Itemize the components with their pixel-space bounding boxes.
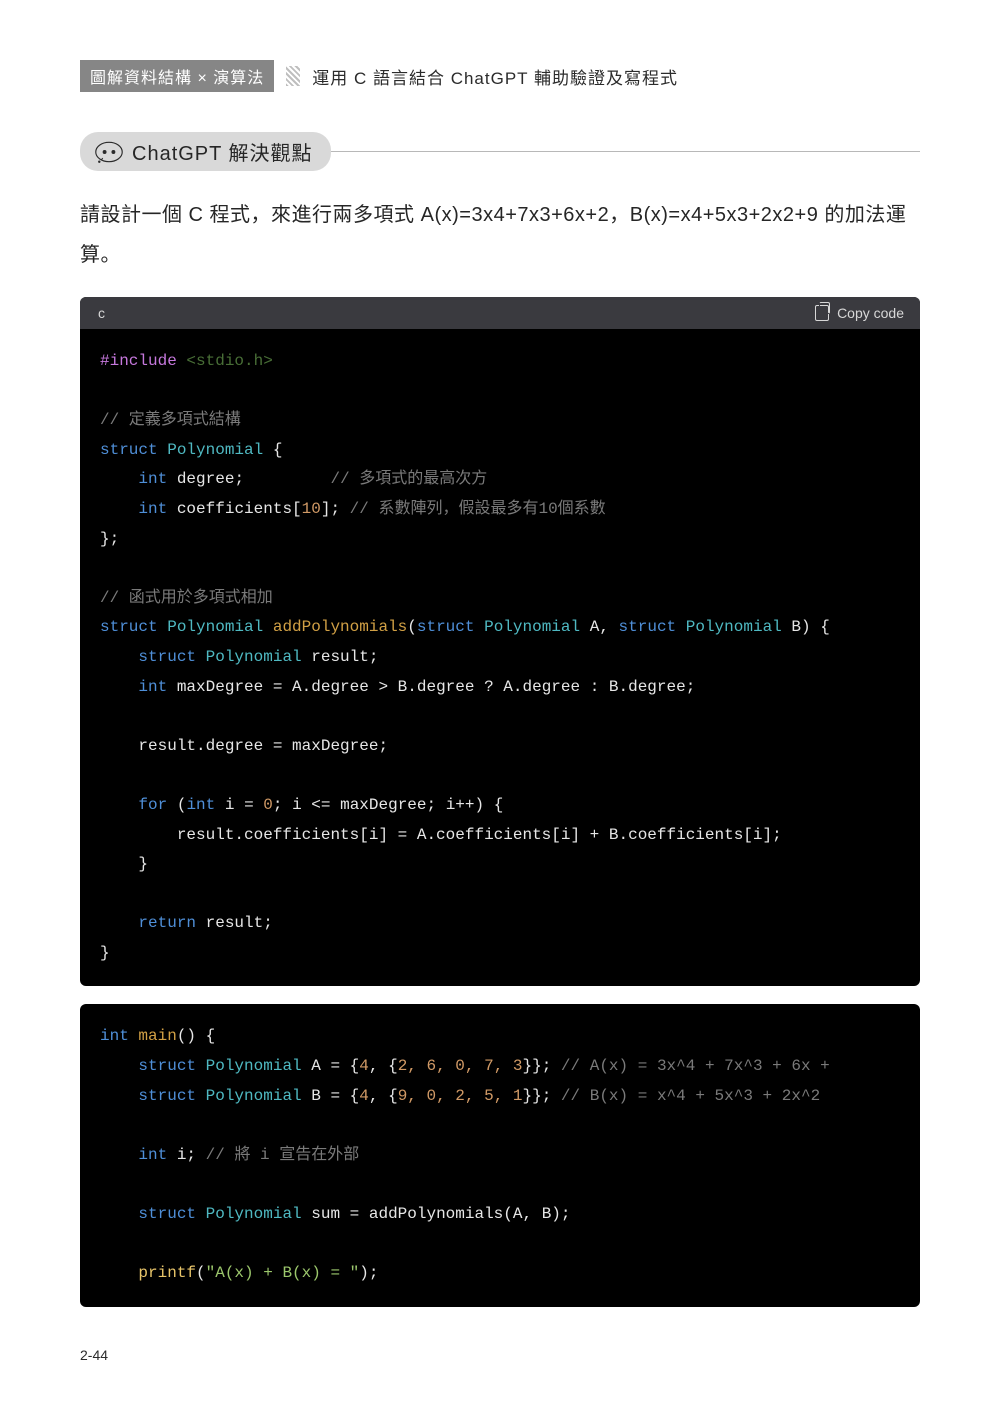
robot-icon (94, 140, 124, 164)
copy-icon (815, 305, 829, 321)
code-body-1: #include <stdio.h> // 定義多項式結構 struct Pol… (80, 329, 920, 986)
section-header: ChatGPT 解決觀點 (80, 132, 920, 171)
breadcrumb: 圖解資料結構 × 演算法 運用 C 語言結合 ChatGPT 輔助驗證及寫程式 (80, 60, 920, 92)
copy-label: Copy code (837, 305, 904, 321)
breadcrumb-text: 運用 C 語言結合 ChatGPT 輔助驗證及寫程式 (312, 64, 678, 89)
page-number: 2-44 (80, 1347, 920, 1363)
code-lang-label: c (98, 305, 105, 321)
copy-code-button[interactable]: Copy code (815, 305, 904, 321)
code-body-2: int main() { struct Polynomial A = {4, {… (80, 1004, 920, 1306)
code-header: c Copy code (80, 297, 920, 329)
breadcrumb-separator (286, 66, 300, 86)
section-line (331, 151, 920, 152)
section-title: ChatGPT 解決觀點 (132, 137, 313, 166)
code-block-2: int main() { struct Polynomial A = {4, {… (80, 1004, 920, 1306)
code-block-1: c Copy code #include <stdio.h> // 定義多項式結… (80, 297, 920, 986)
section-pill: ChatGPT 解決觀點 (80, 132, 331, 171)
prompt-text: 請設計一個 C 程式，來進行兩多項式 A(x)=3x4+7x3+6x+2，B(x… (80, 195, 920, 275)
breadcrumb-tag: 圖解資料結構 × 演算法 (80, 60, 274, 92)
